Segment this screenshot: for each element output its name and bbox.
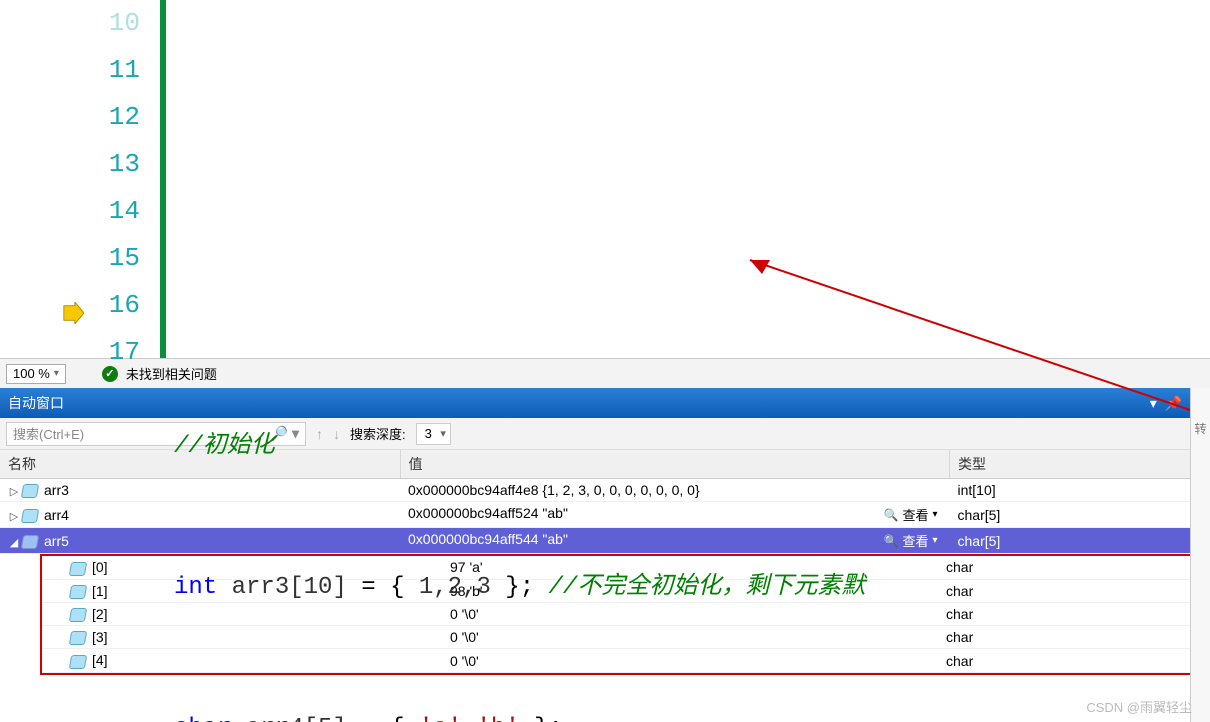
expand-icon[interactable]: ▷: [8, 485, 20, 498]
object-icon: [69, 608, 87, 622]
object-icon: [69, 585, 87, 599]
line-number: 13: [0, 141, 140, 188]
comment: //初始化: [174, 423, 275, 470]
depth-dropdown[interactable]: 3: [416, 423, 451, 445]
panel-title: 自动窗口: [8, 393, 64, 413]
line-number: 12: [0, 94, 140, 141]
code-body[interactable]: //初始化 int arr3[10] = { 1,2,3 }; //不完全初始化…: [166, 0, 1210, 358]
line-number: 10: [0, 0, 140, 47]
collapse-icon[interactable]: ◢: [8, 536, 20, 549]
object-icon: [21, 484, 39, 498]
expand-icon[interactable]: ▷: [8, 510, 20, 523]
object-icon: [69, 562, 87, 576]
line-number: 14: [0, 188, 140, 235]
object-icon: [69, 631, 87, 645]
line-number: 15: [0, 235, 140, 282]
annotation-arrow-icon: [720, 230, 1200, 430]
object-icon: [69, 655, 87, 669]
object-icon: [21, 509, 39, 523]
object-icon: [21, 535, 39, 549]
code-editor[interactable]: 10 11 12 13 14 15 16 17 //初始化 int arr3[1…: [0, 0, 1210, 358]
line-number: 11: [0, 47, 140, 94]
right-strip: 转: [1190, 388, 1210, 722]
